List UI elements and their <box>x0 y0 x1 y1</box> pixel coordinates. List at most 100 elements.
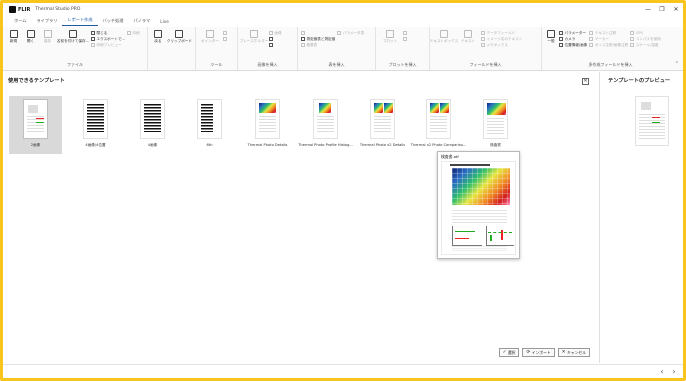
ribbon-group-fields: テキストボックス テキスト データフィールド イメージ名のテキスト メモボックス… <box>430 27 542 70</box>
file-small-actions: 閉じる エクスポートで... 印刷プレビュー <box>91 30 125 48</box>
print-preview-button[interactable]: 印刷プレビュー <box>91 42 125 48</box>
summary-table-button[interactable]: 概要表 <box>301 42 335 48</box>
select-button[interactable]: ✓ 選択 <box>498 348 520 357</box>
plot-button[interactable]: プロット <box>379 30 401 44</box>
text-box-button[interactable]: テキストボックス <box>430 30 458 44</box>
history-icon <box>153 30 162 38</box>
pointer-button[interactable]: ポインター <box>199 30 221 44</box>
histogram-button[interactable] <box>403 36 409 42</box>
group-label-fields: フィールドを挿入 <box>469 62 502 67</box>
rotate-button[interactable] <box>269 42 282 48</box>
table-icon <box>301 43 305 47</box>
template-item-6th[interactable]: 6th <box>183 96 236 154</box>
template-item-thermal-photo-details[interactable]: Thermal Photo Details <box>241 96 294 154</box>
template-item-4-images[interactable]: 4画像 <box>126 96 179 154</box>
template-item-thermal-photo-profile[interactable]: Thermal Photo Profile Histog... <box>298 96 353 154</box>
open-button[interactable]: 開く <box>23 30 38 44</box>
camera-icon <box>559 37 563 41</box>
template-item-2-images[interactable]: 2画像 <box>9 96 62 154</box>
text-field-icon <box>464 30 472 38</box>
menu-tabs: ホーム ライブラリ レポート作成 バッチ処理 パノラマ Live <box>3 17 683 26</box>
file-print-col: 印刷 <box>126 30 140 36</box>
gps-icon <box>630 31 635 35</box>
template-caption: Thermal x2 Photo Compariso... <box>410 143 467 147</box>
multi-col1: パラメーター カメラ 位置情報/画像 <box>559 30 587 48</box>
group-label-images: 画像を挿入 <box>257 62 278 67</box>
images-small: 画像 <box>269 30 282 48</box>
nav-arrows: ‹ › <box>656 367 680 376</box>
window-controls: — ❐ ✕ <box>641 6 683 13</box>
template-thumbnail <box>483 99 508 139</box>
dialog-buttons: ✓ 選択 ⟳ インポート ✕ キャンセル <box>496 348 590 357</box>
rotate-icon <box>269 43 273 47</box>
new-file-icon <box>9 30 18 38</box>
content-area: 使用できるテンプレート ✕ 2画像 4画像/4位置 4画像 6th Therma… <box>3 72 683 363</box>
status-bar: ‹ › <box>3 364 683 378</box>
tab-panorama[interactable]: パノラマ <box>128 18 155 26</box>
tooltip-page <box>441 161 516 255</box>
template-caption: Thermal Photo x2 Details <box>359 143 406 147</box>
group-label-plots: プロットを挿入 <box>388 62 417 67</box>
chevron-left-icon[interactable]: ‹ <box>656 367 668 376</box>
template-caption: 4画像/4位置 <box>85 143 106 147</box>
minimize-icon[interactable]: — <box>641 6 655 13</box>
template-thumbnail <box>313 99 338 139</box>
template-item-inspection-report[interactable]: 検査書 <box>469 96 522 154</box>
tab-home[interactable]: ホーム <box>9 18 31 26</box>
tab-library[interactable]: ライブラリ <box>31 18 62 26</box>
new-button[interactable]: 新規 <box>6 30 21 44</box>
ribbon-collapse-icon[interactable]: ⌃ <box>675 61 679 67</box>
template-item-thermal-x2-comparison[interactable]: Thermal x2 Photo Compariso... <box>410 96 467 154</box>
group-label-tables: 表を挿入 <box>328 62 345 67</box>
cancel-button[interactable]: ✕ キャンセル <box>557 348 590 357</box>
table-icon <box>337 31 342 35</box>
tab-live[interactable]: Live <box>155 19 174 26</box>
text-annotation-icon <box>589 31 594 35</box>
note-box-button[interactable]: メモボックス <box>481 42 522 48</box>
pane-close-icon[interactable]: ✕ <box>582 78 589 85</box>
template-caption: Thermal Photo Details <box>247 143 288 147</box>
textbox-icon <box>440 30 448 38</box>
general-icon <box>547 30 555 38</box>
ribbon-group-plots: プロット プロットを挿入 <box>376 27 430 70</box>
profile-icon <box>403 31 407 35</box>
templates-pane: 使用できるテンプレート ✕ 2画像 4画像/4位置 4画像 6th Therma… <box>3 72 597 363</box>
placeholder-icon <box>250 30 258 38</box>
template-item-4-images-positions[interactable]: 4画像/4位置 <box>69 96 122 154</box>
location-icon <box>559 43 563 47</box>
import-button[interactable]: ⟳ インポート <box>522 348 555 357</box>
parameters-table-button[interactable]: パラメータ表 <box>337 30 364 36</box>
scale-button[interactable]: スケール/温度 <box>630 42 661 48</box>
marker-icon <box>589 37 594 41</box>
print-button[interactable]: 印刷 <box>126 30 140 36</box>
save-icon <box>43 30 52 38</box>
close-window-icon[interactable]: ✕ <box>669 6 683 13</box>
tab-batch[interactable]: バッチ処理 <box>98 18 129 26</box>
title-bar: FLIR Thermal Studio PRO — ❐ ✕ <box>3 3 683 16</box>
placeholder-button[interactable]: プレースホルダー <box>240 30 268 44</box>
voice-annotation-button[interactable]: ボイス注釈/画像注釈 <box>589 42 628 48</box>
restore-icon[interactable]: ❐ <box>655 6 669 13</box>
general-button[interactable]: 一般 <box>545 30 557 44</box>
clipboard-button[interactable]: クリップボード <box>167 30 192 44</box>
pointer-icon <box>206 30 214 38</box>
revert-button[interactable]: 戻る <box>151 30 165 44</box>
tab-report[interactable]: レポート作成 <box>62 17 98 26</box>
tables-col2: パラメータ表 <box>337 30 364 36</box>
template-thumbnail <box>426 99 451 139</box>
chevron-right-icon[interactable]: › <box>668 367 680 376</box>
save-as-button[interactable]: 名前を付けて保存... <box>57 30 89 44</box>
brand-name: FLIR <box>18 6 31 13</box>
close-x-icon <box>91 31 95 35</box>
text-field-button[interactable]: テキスト <box>457 30 479 44</box>
multi-col3: GPS コンパスを使用 スケール/温度 <box>630 30 661 48</box>
export-icon <box>91 37 95 41</box>
shape-tool-button[interactable] <box>223 36 229 42</box>
app-title: Thermal Studio PRO <box>35 7 81 12</box>
save-as-icon <box>69 30 77 38</box>
print-preview-icon <box>91 43 95 47</box>
save-button[interactable]: 保存 <box>40 30 55 44</box>
location-field-button[interactable]: 位置情報/画像 <box>559 42 587 48</box>
template-preview-page <box>635 96 669 146</box>
template-item-thermal-photo-x2[interactable]: Thermal Photo x2 Details <box>356 96 409 154</box>
